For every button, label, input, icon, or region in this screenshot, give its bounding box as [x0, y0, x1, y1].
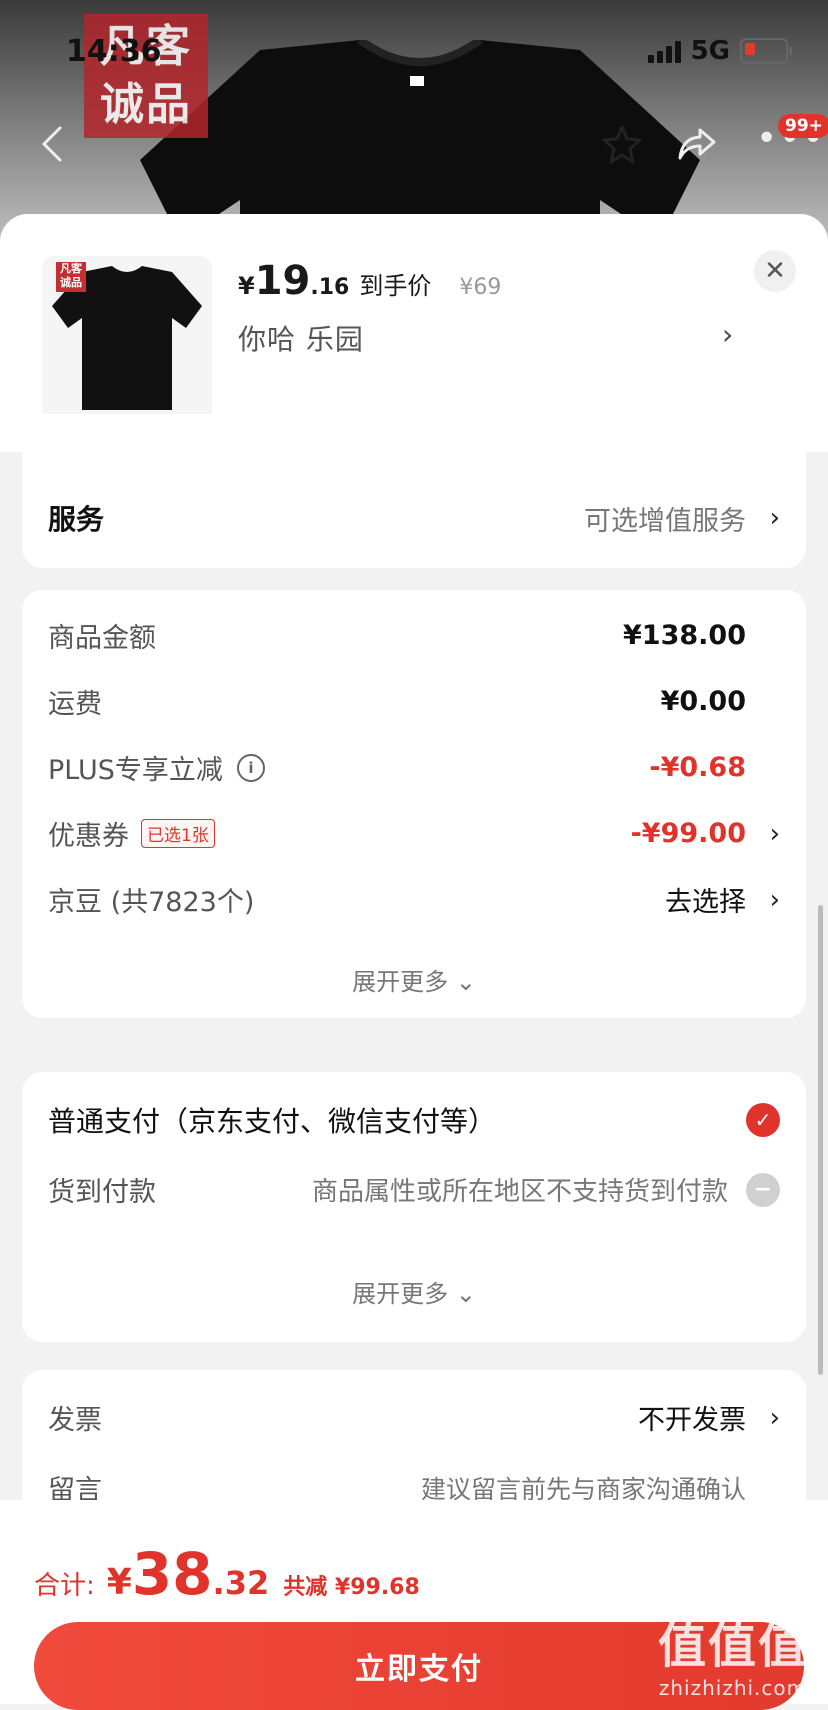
- share-icon[interactable]: [676, 124, 718, 164]
- coupon-selected-badge: 已选1张: [141, 819, 215, 848]
- total-amount: 合计: ¥ 38 .32 共减 ¥99.68: [34, 1540, 420, 1608]
- service-row[interactable]: 服务 可选增值服务 ›: [48, 498, 780, 538]
- chevron-right-icon: ›: [769, 1402, 780, 1433]
- signal-icon: [647, 39, 681, 63]
- product-thumbnail[interactable]: 凡客 诚品: [42, 256, 212, 426]
- expand-more-payment[interactable]: 展开更多 ⌄: [22, 1274, 806, 1309]
- network-label: 5G: [690, 36, 730, 66]
- service-card: 服务 可选增值服务 ›: [22, 414, 806, 568]
- disabled-icon: −: [746, 1172, 780, 1207]
- status-time: 14:36: [66, 34, 162, 69]
- coupon-row[interactable]: 优惠券 已选1张 -¥99.00 ›: [48, 814, 780, 853]
- expand-more-costs[interactable]: 展开更多 ⌄: [22, 962, 806, 997]
- chevron-right-icon[interactable]: ›: [722, 318, 733, 351]
- original-price: ¥69: [459, 275, 502, 300]
- plus-discount-row: PLUS专享立减 i -¥0.68: [48, 752, 746, 786]
- chevron-right-icon: ›: [769, 818, 780, 849]
- chevron-right-icon: ›: [769, 503, 780, 533]
- close-icon[interactable]: ✕: [754, 250, 796, 292]
- normal-payment-option[interactable]: 普通支付（京东支付、微信支付等） ✓: [48, 1100, 780, 1140]
- scrollbar[interactable]: [818, 905, 823, 1375]
- chevron-right-icon: ›: [769, 884, 780, 915]
- items-amount-row: 商品金额 ¥138.00: [48, 620, 746, 654]
- check-icon: ✓: [746, 1103, 780, 1137]
- star-icon[interactable]: [602, 124, 642, 164]
- info-icon[interactable]: i: [236, 753, 265, 782]
- back-icon[interactable]: [40, 124, 64, 164]
- selected-variant[interactable]: 你哈 乐园: [238, 318, 364, 358]
- cart-badge: 99+: [778, 114, 828, 138]
- payment-card: 普通支付（京东支付、微信支付等） ✓ 货到付款 商品属性或所在地区不支持货到付款…: [22, 1072, 806, 1342]
- shipping-row: 运费 ¥0.00: [48, 686, 746, 720]
- total-savings: 共减 ¥99.68: [283, 1575, 420, 1600]
- battery-icon: [740, 38, 792, 64]
- chevron-down-icon: ⌄: [455, 968, 476, 996]
- cod-payment-option: 货到付款 商品属性或所在地区不支持货到付款 −: [48, 1170, 780, 1209]
- cost-card: 商品金额 ¥138.00 运费 ¥0.00 PLUS专享立减 i -¥0.68 …: [22, 590, 806, 1018]
- checkout-sheet: 凡客 诚品 ¥ 19 .16 到手价 ¥69 你哈 乐园 › ✕ 服务 可选增值服…: [0, 214, 828, 1704]
- product-price: ¥ 19 .16 到手价 ¥69: [238, 258, 502, 304]
- invoice-row[interactable]: 发票 不开发票 ›: [48, 1398, 780, 1437]
- thumb-brand-logo: 凡客 诚品: [56, 262, 86, 292]
- status-indicators: 5G: [647, 36, 792, 66]
- chevron-down-icon: ⌄: [455, 1280, 476, 1308]
- jd-beans-row[interactable]: 京豆 (共7823个) 去选择 ›: [48, 880, 780, 919]
- site-watermark: 值值值 zhizhizhi.com: [657, 1618, 808, 1700]
- brand-logo: 凡客 诚品: [84, 14, 208, 138]
